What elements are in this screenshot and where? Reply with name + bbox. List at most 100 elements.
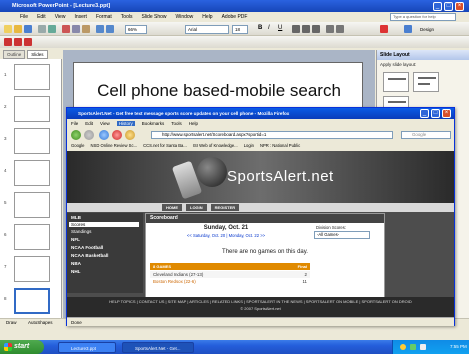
font-select[interactable]: Arial <box>185 25 229 34</box>
reviewing-icon[interactable] <box>14 38 22 46</box>
bookmark-link[interactable]: Google <box>71 143 85 148</box>
ff-menu-view[interactable]: View <box>100 121 110 126</box>
clock[interactable]: 7:55 PM <box>450 344 467 349</box>
font-color-icon[interactable] <box>380 25 388 33</box>
slide-thumbnail-selected[interactable] <box>14 288 50 314</box>
site-logo[interactable]: SportsAlert.net <box>227 168 334 185</box>
slide-thumbnail[interactable] <box>14 192 50 218</box>
layout-option[interactable] <box>413 72 439 92</box>
slide-thumbnail[interactable] <box>14 128 50 154</box>
minimize-button[interactable]: _ <box>433 1 442 11</box>
nav-scores[interactable]: Scores <box>69 222 139 227</box>
nav-nfl[interactable]: NFL <box>69 237 139 242</box>
menu-view[interactable]: View <box>55 14 66 20</box>
open-icon[interactable] <box>14 25 22 33</box>
ff-menu-history[interactable]: History <box>116 121 135 126</box>
ff-menu-tools[interactable]: Tools <box>171 121 182 126</box>
url-bar[interactable]: http://www.sportsalert.net/Scoreboard.as… <box>151 131 393 139</box>
nav-nhl[interactable]: NHL <box>69 269 139 274</box>
ff-menu-help[interactable]: Help <box>189 121 198 126</box>
bullets-icon[interactable] <box>326 25 334 33</box>
tab-outline[interactable]: Outline <box>3 50 26 59</box>
menu-format[interactable]: Format <box>96 14 112 20</box>
search-box[interactable]: Google <box>401 131 451 139</box>
tab-slides[interactable]: Slides <box>27 50 48 59</box>
zoom-select[interactable]: 66% <box>125 25 147 34</box>
volume-icon[interactable] <box>420 344 426 350</box>
menu-insert[interactable]: Insert <box>74 14 87 20</box>
ff-minimize-button[interactable]: _ <box>420 109 429 118</box>
cut-icon[interactable] <box>62 25 70 33</box>
bookmark-link[interactable]: NSD Online Review Sc... <box>91 143 138 148</box>
bookmark-link[interactable]: ISI Web of Knowledge... <box>193 143 238 148</box>
print-icon[interactable] <box>38 25 46 33</box>
ff-menu-edit[interactable]: Edit <box>85 121 93 126</box>
taskbar-button-firefox[interactable]: SportsAlert.Net - Get... <box>122 342 194 353</box>
ff-close-button[interactable]: × <box>442 109 451 118</box>
nav-ncaa-football[interactable]: NCAA Football <box>69 245 139 250</box>
home-icon[interactable] <box>125 130 135 140</box>
reload-icon[interactable] <box>99 130 109 140</box>
menu-help[interactable]: Help <box>202 14 212 20</box>
maximize-button[interactable]: □ <box>444 1 453 11</box>
help-search-input[interactable]: Type a question for help <box>390 13 456 21</box>
align-right-icon[interactable] <box>312 25 320 33</box>
align-left-icon[interactable] <box>292 25 300 33</box>
autoshapes-menu[interactable]: AutoShapes <box>28 320 53 325</box>
tray-icon[interactable] <box>400 344 406 350</box>
forward-icon[interactable] <box>84 130 94 140</box>
ff-menu-bookmarks[interactable]: Bookmarks <box>142 121 165 126</box>
slide-thumbnail[interactable] <box>14 224 50 250</box>
layout-option[interactable] <box>383 72 409 92</box>
new-icon[interactable] <box>4 25 12 33</box>
close-button[interactable]: × <box>455 1 464 11</box>
paste-icon[interactable] <box>82 25 90 33</box>
menu-adobe-pdf[interactable]: Adobe PDF <box>222 14 248 20</box>
nav-ncaa-basketball[interactable]: NCAA Basketball <box>69 253 139 258</box>
underline-icon[interactable]: U <box>278 25 286 33</box>
align-center-icon[interactable] <box>302 25 310 33</box>
network-icon[interactable] <box>410 344 416 350</box>
undo-icon[interactable] <box>96 25 104 33</box>
nav-login[interactable]: LOGIN <box>186 204 207 211</box>
footer-links[interactable]: HELP TOPICS | CONTACT US | SITE MAP | AR… <box>67 299 454 304</box>
design-button[interactable]: Design <box>420 25 458 34</box>
menu-tools[interactable]: Tools <box>121 14 133 20</box>
menu-window[interactable]: Window <box>176 14 194 20</box>
design-icon[interactable] <box>404 25 412 33</box>
bookmark-link[interactable]: NPR : National Public <box>260 143 300 148</box>
comment-icon[interactable] <box>24 38 32 46</box>
slide-thumbnail[interactable] <box>14 96 50 122</box>
slide-title[interactable]: Cell phone based-mobile search <box>74 81 364 101</box>
bookmark-link[interactable]: CCS.net for Santa Ba... <box>143 143 187 148</box>
date-navigation-links[interactable]: << Saturday, Oct. 20 | Monday, Oct. 22 >… <box>146 233 306 238</box>
slide-thumbnail[interactable] <box>14 64 50 90</box>
bookmark-link[interactable]: Login <box>244 143 254 148</box>
save-icon[interactable] <box>24 25 32 33</box>
chart-icon[interactable] <box>106 25 114 33</box>
numbering-icon[interactable] <box>336 25 344 33</box>
markup-icon[interactable] <box>4 38 12 46</box>
draw-menu[interactable]: Draw <box>6 320 17 325</box>
nav-nba[interactable]: NBA <box>69 261 139 266</box>
taskbar-button-powerpoint[interactable]: Lecture3.ppt <box>58 342 116 353</box>
nav-mlb[interactable]: MLB <box>69 215 139 220</box>
menu-slide-show[interactable]: Slide Show <box>141 14 166 20</box>
ff-maximize-button[interactable]: □ <box>431 109 440 118</box>
slide-thumbnail[interactable] <box>14 256 50 282</box>
font-size-select[interactable]: 18 <box>232 25 248 34</box>
bold-icon[interactable]: B <box>258 25 266 33</box>
team-name[interactable]: Boston Redsox (22-6) <box>153 279 196 284</box>
italic-icon[interactable]: I <box>268 25 276 33</box>
menu-edit[interactable]: Edit <box>37 14 46 20</box>
back-icon[interactable] <box>71 130 81 140</box>
team-name[interactable]: Cleveland Indians (27-13) <box>153 272 203 277</box>
nav-home[interactable]: HOME <box>162 204 182 211</box>
nav-standings[interactable]: Standings <box>69 229 139 234</box>
copy-icon[interactable] <box>72 25 80 33</box>
nav-register[interactable]: REGISTER <box>210 204 240 211</box>
stop-icon[interactable] <box>112 130 122 140</box>
division-select[interactable]: -All Games- <box>314 231 370 239</box>
menu-file[interactable]: File <box>20 14 28 20</box>
spelling-icon[interactable] <box>48 25 56 33</box>
